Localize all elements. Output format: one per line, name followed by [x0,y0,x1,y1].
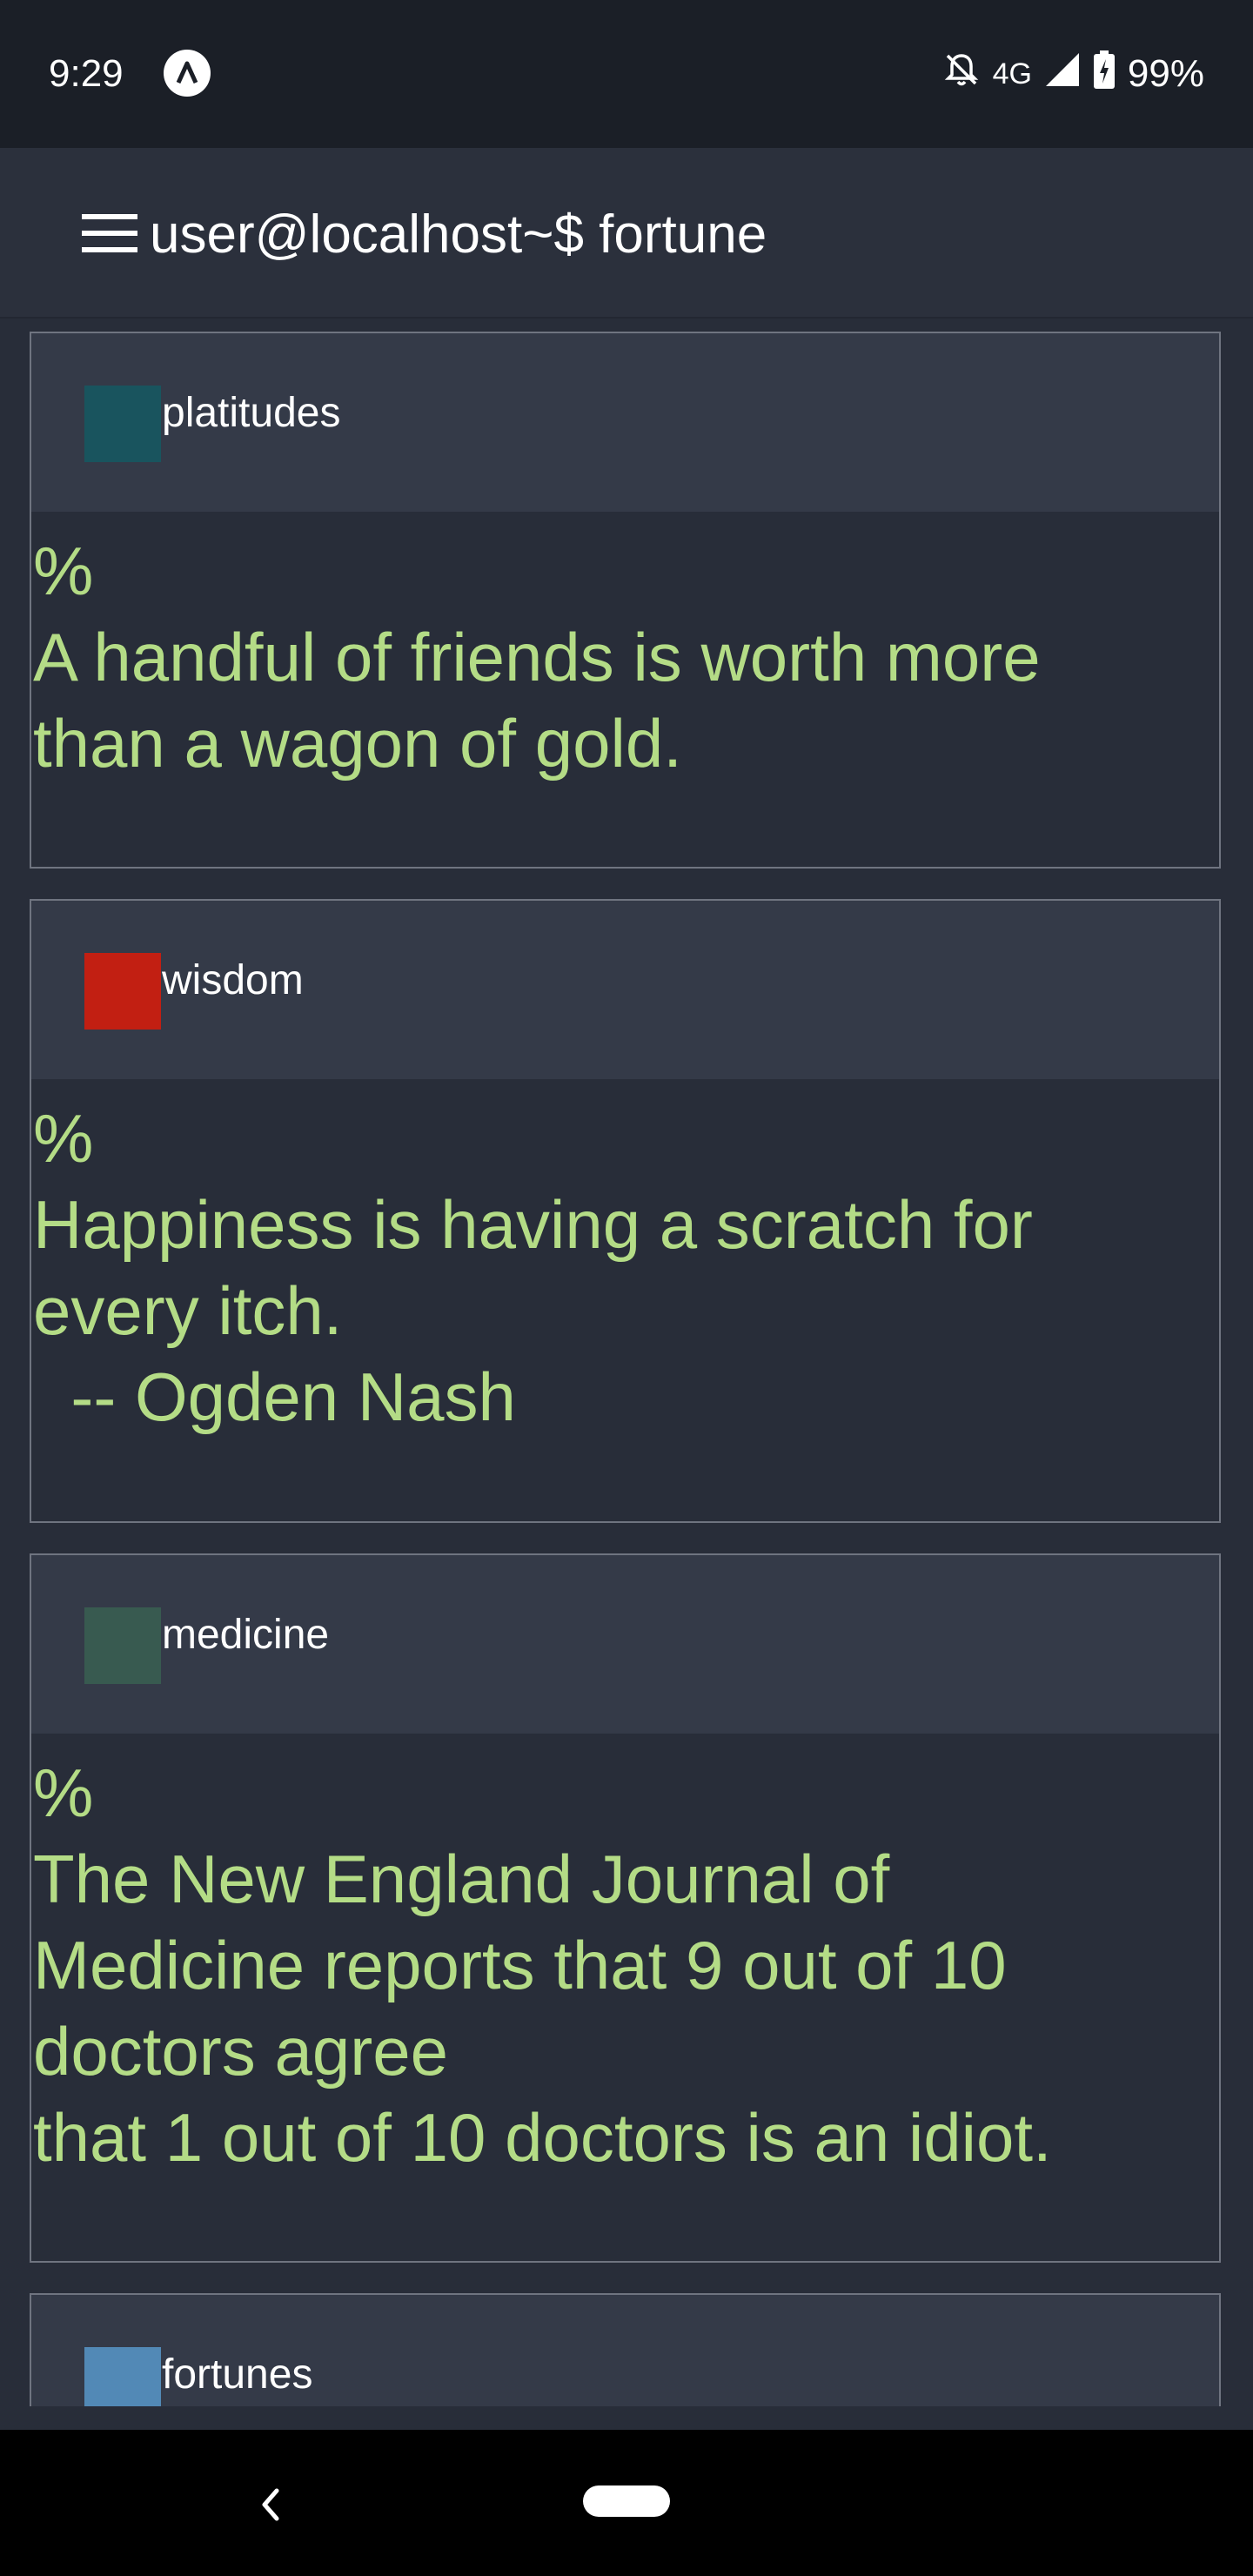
fortune-card: platitudes % A handful of friends is wor… [30,332,1221,869]
card-header: medicine [31,1555,1219,1734]
card-category: platitudes [162,390,341,436]
network-type: 4G [992,57,1032,91]
card-header: wisdom [31,901,1219,1079]
fortune-text: % Happiness is having a scratch for ever… [33,1100,1033,1435]
home-pill-icon[interactable] [583,2485,670,2517]
notifications-off-icon [942,50,981,98]
category-color-swatch [84,1607,161,1684]
app-launcher-icon [164,50,211,97]
fortune-card: wisdom % Happiness is having a scratch f… [30,899,1221,1523]
category-color-swatch [84,386,161,462]
category-color-swatch [84,953,161,1030]
card-category: wisdom [162,957,304,1003]
card-header: platitudes [31,333,1219,512]
card-header: fortunes [31,2295,1219,2406]
fortune-card: medicine % The New England Journal of Me… [30,1553,1221,2263]
hamburger-menu-icon[interactable] [82,214,137,257]
status-time: 9:29 [49,52,124,95]
status-indicators: 4G 99% [942,50,1204,97]
category-color-swatch [84,2347,161,2406]
signal-icon [1044,51,1081,97]
battery-level: 99% [1127,52,1204,95]
card-category: fortunes [162,2351,313,2398]
card-category: medicine [162,1612,330,1658]
status-bar: 9:29 4G 99% [0,0,1253,148]
fortune-text: % The New England Journal of Medicine re… [33,1754,1052,2176]
back-chevron-icon[interactable] [258,2487,284,2526]
battery-charging-icon [1093,50,1116,98]
app-title: user@localhost~$ fortune [150,205,767,265]
fortune-text: % A handful of friends is worth more tha… [33,533,1041,782]
fortune-card: fortunes [30,2293,1221,2406]
